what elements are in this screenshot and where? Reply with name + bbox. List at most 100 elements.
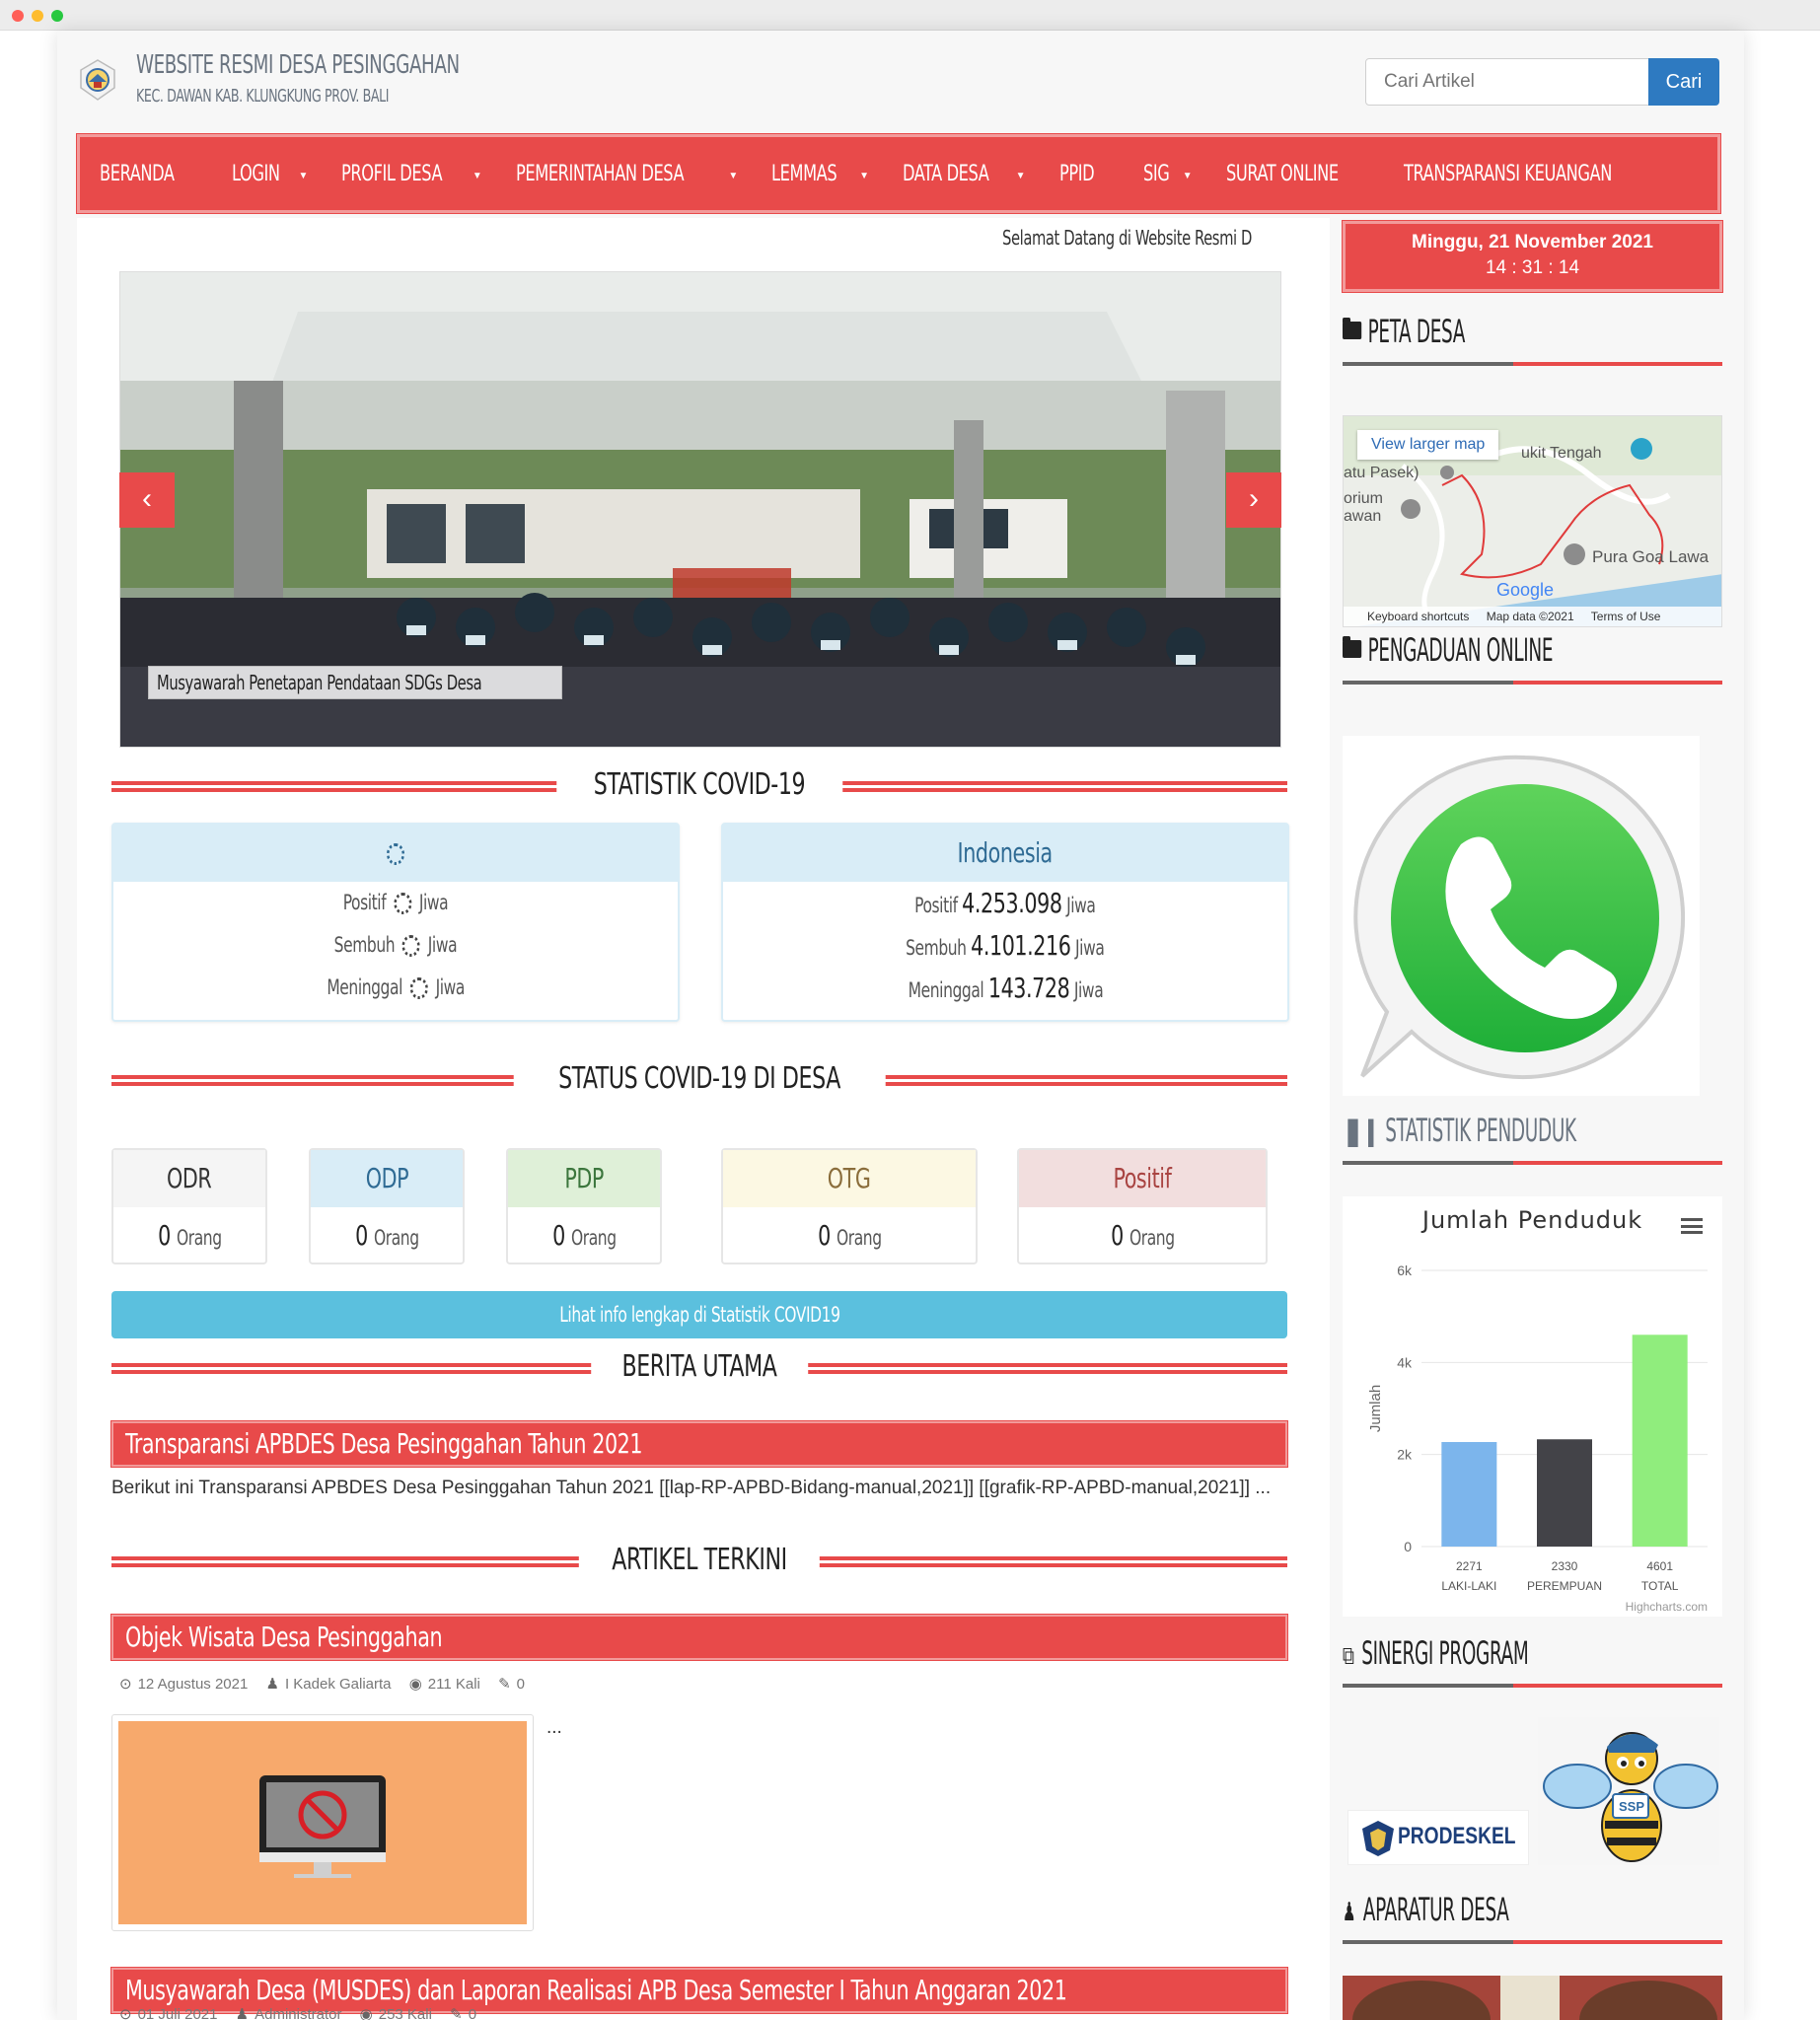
aparatur-photo[interactable]: [1343, 1976, 1722, 2020]
chevron-right-icon: ›: [1249, 482, 1259, 515]
page: WEBSITE RESMI DESA PESINGGAHAN KEC. DAWA…: [57, 31, 1744, 2020]
chart-y-tick-label: 2k: [1397, 1447, 1413, 1463]
chevron-left-icon: ‹: [142, 482, 152, 515]
map-label: awan: [1344, 508, 1381, 525]
status-box: PDP 0 Orang: [506, 1148, 662, 1264]
view-larger-map-link[interactable]: View larger map: [1357, 430, 1499, 460]
status-label: OTG: [828, 1162, 871, 1194]
featured-post-title[interactable]: Transparansi APBDES Desa Pesinggahan Tah…: [110, 1420, 1288, 1468]
section-berita-title: BERITA UTAMA: [111, 1349, 1287, 1389]
slider-caption: Musyawarah Penetapan Pendataan SDGs Desa: [148, 666, 562, 699]
chart-bar: [1441, 1442, 1497, 1547]
status-unit: Orang: [1128, 1226, 1175, 1250]
ssp-link[interactable]: SSP: [1538, 1717, 1719, 1865]
status-unit: Orang: [176, 1226, 222, 1250]
nav-item[interactable]: LOGIN ▼: [232, 162, 341, 186]
aparatur-heading: ♟ APARATUR DESA: [1343, 1887, 1722, 1944]
prodeskel-logo: [1362, 1821, 1394, 1856]
browser-chrome: [0, 0, 1820, 31]
nav-item[interactable]: BERANDA: [100, 162, 232, 186]
caret-down-icon: ▼: [1015, 170, 1026, 181]
nav-item-label: BERANDA: [100, 161, 175, 186]
status-label: Positif: [1113, 1162, 1172, 1194]
caret-down-icon: ▼: [472, 170, 482, 181]
village-map[interactable]: ukit Tengah atu Pasek) orium awan Pura G…: [1343, 415, 1722, 627]
chart-y-axis-label: Jumlah: [1367, 1385, 1384, 1432]
status-label: ODR: [167, 1162, 212, 1194]
welcome-marquee: Selamat Datang di Website Resmi D: [1002, 226, 1252, 250]
bar-chart-icon: ▐▌▐: [1343, 1119, 1373, 1147]
chart-x-tick-label: TOTAL: [1641, 1579, 1679, 1593]
loading-spinner-icon: [409, 977, 428, 999]
site-title: WEBSITE RESMI DESA PESINGGAHAN: [136, 50, 460, 80]
nav-item-label: PROFIL DESA: [341, 161, 443, 186]
nav-item[interactable]: SURAT ONLINE: [1226, 162, 1405, 186]
chart-y-tick-label: 4k: [1397, 1354, 1413, 1370]
nav-item[interactable]: TRANSPARANSI KEUANGAN: [1404, 162, 1699, 186]
maximize-window-dot[interactable]: [51, 10, 63, 22]
whatsapp-link[interactable]: [1343, 736, 1700, 1096]
caret-down-icon: ▼: [728, 170, 739, 181]
chart-bar: [1537, 1439, 1592, 1547]
close-window-dot[interactable]: [12, 10, 24, 22]
covid-local-card: Positif Jiwa Sembuh Jiwa Meninggal Jiwa: [111, 823, 680, 1022]
article-title[interactable]: Objek Wisata Desa Pesinggahan: [110, 1614, 1288, 1661]
nav-item[interactable]: PPID: [1059, 162, 1143, 186]
map-footer: Keyboard shortcuts Map data ©2021 Terms …: [1344, 607, 1721, 626]
chart-x-tick-label: PEREMPUAN: [1527, 1579, 1602, 1593]
nav-item[interactable]: DATA DESA ▼: [903, 162, 1059, 186]
nav-item[interactable]: PROFIL DESA ▼: [341, 162, 515, 186]
clock-icon: ⊙: [119, 1676, 132, 1693]
loading-spinner-icon: [386, 843, 405, 865]
chart-title: Jumlah Penduduk: [1421, 1206, 1643, 1234]
clock-icon: ⊙: [119, 2006, 132, 2020]
covid-country-name: Indonesia: [957, 836, 1054, 869]
search-button[interactable]: Cari: [1648, 58, 1719, 106]
comments-icon: ✎: [450, 2006, 463, 2020]
status-value: 0: [817, 1219, 831, 1252]
minimize-window-dot[interactable]: [32, 10, 43, 22]
slider-prev-button[interactable]: ‹: [119, 472, 175, 528]
status-value: 0: [157, 1219, 171, 1252]
whatsapp-icon: [1353, 755, 1686, 1079]
keyboard-shortcuts-link[interactable]: Keyboard shortcuts: [1367, 610, 1469, 623]
status-value: 0: [1110, 1219, 1124, 1252]
covid-indonesia-card: Indonesia Positif 4.253.098 Jiwa Sembuh …: [721, 823, 1289, 1022]
map-label: orium: [1344, 490, 1383, 507]
nav-item-label: LOGIN: [232, 161, 280, 186]
folder-icon: [1343, 636, 1362, 658]
map-label: Pura Goa Lawa: [1592, 547, 1710, 566]
peta-desa-heading: PETA DESA: [1343, 309, 1722, 366]
status-value: 0: [354, 1219, 368, 1252]
chart-data-label: 4601: [1646, 1559, 1673, 1573]
article-thumbnail[interactable]: [111, 1714, 534, 1931]
nav-item[interactable]: SIG ▼: [1143, 162, 1226, 186]
aparatur-photo-image: [1343, 1976, 1722, 2020]
caret-down-icon: ▼: [298, 170, 309, 181]
status-label: ODP: [365, 1162, 408, 1194]
chart-credit: Highcharts.com: [1626, 1600, 1708, 1614]
terms-link[interactable]: Terms of Use: [1591, 610, 1661, 623]
map-label: atu Pasek): [1344, 465, 1419, 481]
chart-data-label: 2330: [1552, 1559, 1578, 1573]
slider-next-button[interactable]: ›: [1226, 472, 1281, 528]
nav-item[interactable]: LEMMAS ▼: [771, 162, 903, 186]
caret-down-icon: ▼: [1182, 170, 1193, 181]
current-date: Minggu, 21 November 2021: [1412, 232, 1653, 252]
chart-menu-icon[interactable]: [1681, 1218, 1703, 1234]
search-input[interactable]: [1365, 58, 1649, 106]
comments-icon: ✎: [498, 1676, 511, 1693]
status-box: ODR 0 Orang: [111, 1148, 267, 1264]
prodeskel-link[interactable]: PRODESKEL: [1347, 1810, 1529, 1865]
chart-y-tick-label: 6k: [1397, 1262, 1413, 1278]
google-logo: Google: [1496, 580, 1554, 600]
chart-plot: 0 2k 4k 6k Jumlah 2271 LAKI-LAKI 2330 PEREMPUAN 4…: [1367, 1262, 1708, 1614]
user-icon: ♟: [265, 1676, 279, 1693]
caret-down-icon: ▼: [859, 170, 870, 181]
covid-info-button[interactable]: Lihat info lengkap di Statistik COVID19: [111, 1291, 1287, 1338]
village-logo[interactable]: [77, 58, 118, 102]
pengaduan-heading: PENGADUAN ONLINE: [1343, 627, 1722, 685]
current-time: 14 : 31 : 14: [1485, 257, 1580, 278]
nav-item[interactable]: PEMERINTAHAN DESA ▼: [516, 162, 772, 186]
nav-item-label: DATA DESA: [903, 161, 989, 186]
